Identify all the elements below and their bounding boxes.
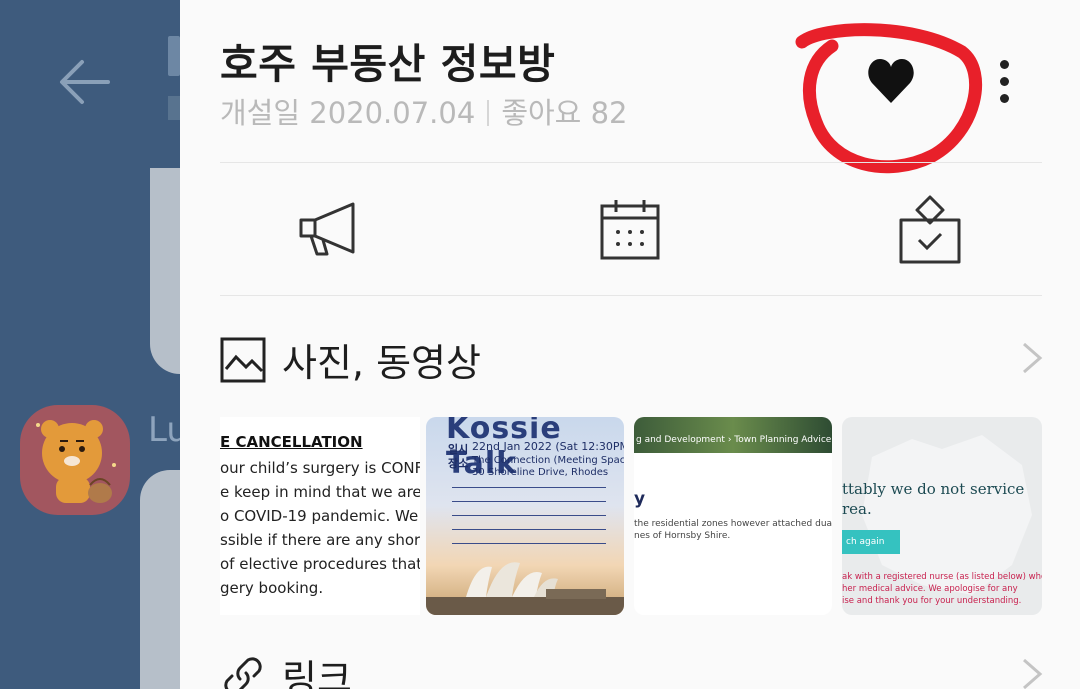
poster-table-line (452, 543, 606, 544)
webpage-heading: y (634, 489, 646, 509)
link-icon (224, 656, 262, 689)
media-thumbnail-webpage[interactable]: g and Development › Town Planning Advice… (634, 417, 832, 615)
links-section-header[interactable]: 링크 (220, 648, 352, 689)
page-title: 호주 부동산 정보방 (220, 40, 556, 88)
poster-place-label: 장소 (448, 457, 469, 470)
webpage-text: ise and thank you for your understanding… (842, 596, 1022, 606)
webpage-text: her medical advice. We apologise for any (842, 584, 1018, 594)
back-arrow-icon[interactable] (58, 58, 110, 106)
photos-section-header[interactable]: 사진, 동영상 (220, 332, 481, 387)
webpage-heading: ttably we do not service rea. (842, 479, 1024, 519)
media-thumbnails: E CANCELLATION our child’s surgery is CO… (220, 417, 1042, 615)
media-thumbnail-document[interactable]: E CANCELLATION our child’s surgery is CO… (220, 417, 420, 615)
doc-line: of elective procedures that m (220, 555, 420, 573)
chat-title-fragment (168, 36, 180, 76)
webpage-text: ak with a registered nurse (as listed be… (842, 572, 1042, 582)
room-meta: 개설일 2020.07.04 좋아요 82 (220, 90, 627, 132)
image-icon (220, 337, 266, 382)
poster-table-line (452, 501, 606, 502)
divider (220, 295, 1042, 296)
like-count: 좋아요 82 (501, 96, 628, 130)
poster-place: 30 Shoreline Drive, Rhodes (472, 467, 609, 478)
poster-table-line (452, 487, 606, 488)
chevron-right-icon[interactable] (1020, 656, 1044, 689)
calendar-icon (600, 200, 660, 260)
created-date: 개설일 2020.07.04 (220, 96, 476, 130)
megaphone-icon (299, 202, 355, 256)
vote-button[interactable] (890, 190, 970, 270)
divider (220, 162, 1042, 163)
opera-house-image (426, 562, 624, 615)
doc-line: gery booking. (220, 579, 324, 597)
section-title: 사진, 동영상 (282, 341, 481, 385)
media-thumbnail-webpage[interactable]: ttably we do not service rea. ch again a… (842, 417, 1042, 615)
poster-place: The Connection (Meeting Space), (472, 455, 624, 466)
doc-line: our child’s surgery is CONFI (220, 459, 420, 477)
heart-icon (868, 59, 914, 103)
poster-table-line (452, 515, 606, 516)
chatroom-drawer: 호주 부동산 정보방 개설일 2020.07.04 좋아요 82 사진, 동영상… (180, 0, 1080, 689)
webpage-heading-line: rea. (842, 500, 872, 518)
doc-line: ssible if there are any short-n (220, 531, 420, 549)
like-button[interactable] (860, 50, 922, 112)
chat-bubble (140, 470, 180, 689)
webpage-text: the residential zones however attached d… (634, 519, 832, 529)
avatar[interactable] (20, 405, 130, 515)
media-thumbnail-poster[interactable]: Kossie Talk 일시 22nd Jan 2022 (Sat 12:30P… (426, 417, 624, 615)
more-dot (1000, 77, 1009, 86)
ryan-character-icon (36, 420, 116, 503)
more-dot (1000, 94, 1009, 103)
poster-table-line (452, 529, 606, 530)
webpage-text: nes of Hornsby Shire. (634, 531, 731, 541)
meta-separator (487, 100, 490, 126)
webpage-button: ch again (842, 530, 900, 554)
doc-line: o COVID-19 pandemic. We w (220, 507, 420, 525)
doc-title: E CANCELLATION (220, 433, 363, 451)
chat-subtitle-fragment (168, 96, 180, 120)
section-title: 링크 (282, 657, 352, 689)
more-vertical-icon (1000, 60, 1009, 69)
more-options-button[interactable] (990, 58, 1020, 108)
chevron-right-icon[interactable] (1020, 340, 1044, 376)
webpage-breadcrumb: g and Development › Town Planning Advice… (636, 435, 832, 445)
webpage-heading-line: ttably we do not service (842, 480, 1025, 498)
poster-date: 22nd Jan 2022 (Sat 12:30PM) (472, 440, 624, 453)
calendar-button[interactable] (590, 190, 670, 270)
announcement-button[interactable] (290, 190, 370, 270)
doc-line: e keep in mind that we are f (220, 483, 420, 501)
chat-bubble (150, 168, 180, 374)
ballot-box-icon (899, 195, 961, 264)
